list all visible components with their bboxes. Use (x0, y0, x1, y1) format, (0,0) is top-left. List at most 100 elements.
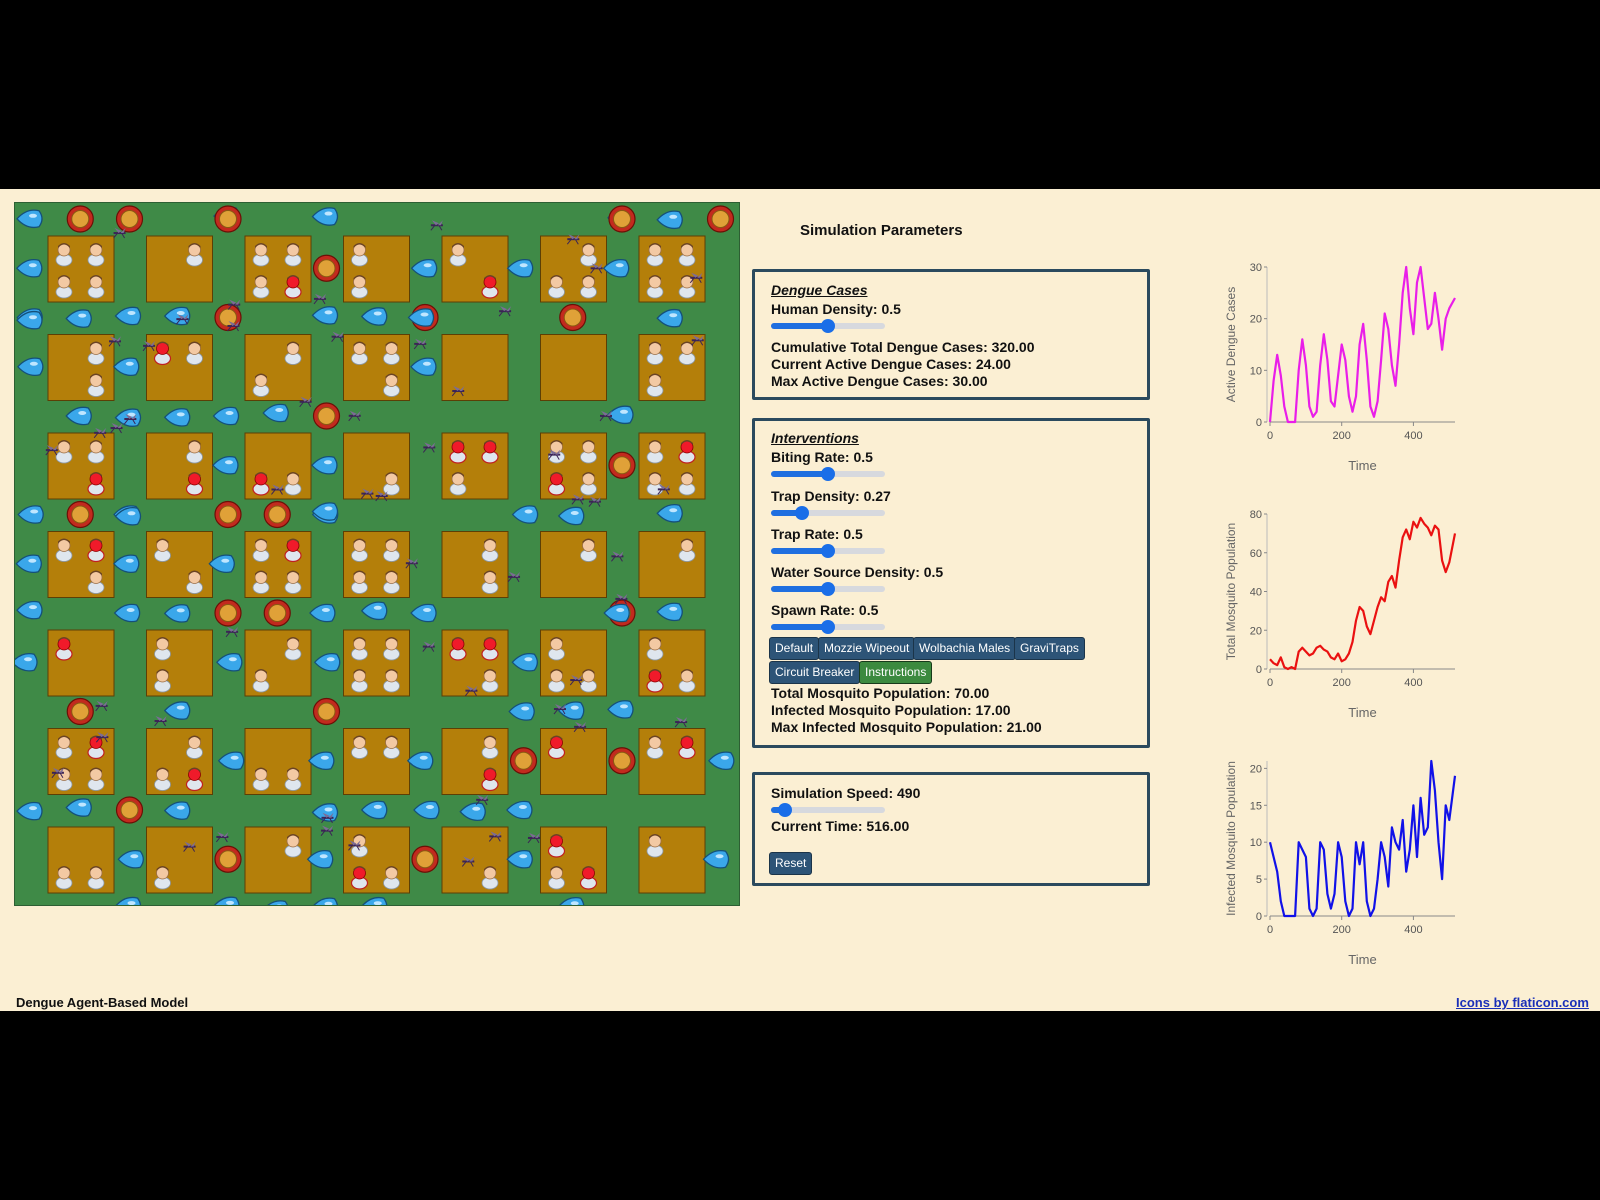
instructions-button[interactable]: Instructions (859, 661, 933, 684)
mosquito-icon (507, 570, 522, 583)
mosquito-icon (429, 219, 444, 232)
house-block (47, 629, 115, 697)
trap-icon (66, 205, 94, 233)
water-drop-icon (212, 455, 239, 475)
y-tick-label: 80 (1250, 509, 1262, 521)
slider-knob[interactable] (821, 467, 835, 481)
y-tick-label: 20 (1250, 625, 1262, 637)
y-tick-label: 20 (1250, 763, 1262, 775)
water-drop-icon (65, 406, 92, 426)
water-drop-icon (15, 652, 38, 672)
slider-knob[interactable] (777, 803, 792, 817)
slider-knob[interactable] (821, 582, 835, 596)
x-tick-label: 200 (1333, 677, 1351, 689)
y-tick-label: 0 (1256, 664, 1262, 676)
water-drop-icon (410, 603, 437, 623)
mosquito-icon (610, 550, 625, 563)
simulation-speed-slider[interactable] (771, 803, 885, 817)
interventions-panel: Interventions Biting Rate: 0.5 Trap Dens… (752, 418, 1150, 748)
reset-button[interactable]: Reset (769, 852, 813, 875)
trap-density-label: Trap Density: 0.27 (771, 488, 891, 504)
x-tick-label: 400 (1404, 677, 1422, 689)
mosquito-icon (421, 640, 436, 653)
trap-rate-slider[interactable] (771, 544, 885, 558)
simulation-speed-label: Simulation Speed: 490 (771, 785, 921, 801)
y-tick-label: 30 (1250, 262, 1262, 274)
slider-knob[interactable] (821, 620, 835, 634)
water-drop-icon (113, 554, 140, 574)
mosquito-icon (526, 831, 541, 844)
house-block (638, 531, 706, 598)
circuit-breaker-button[interactable]: Circuit Breaker (769, 661, 861, 684)
x-tick-label: 400 (1404, 924, 1422, 936)
water-drop-icon (361, 896, 388, 905)
y-axis-title: Active Dengue Cases (1224, 287, 1238, 402)
water-drop-icon (656, 503, 683, 523)
house-block (638, 728, 706, 795)
slider-knob[interactable] (794, 506, 809, 520)
trap-icon (263, 599, 291, 627)
water-drop-icon (15, 554, 42, 574)
trap-icon (115, 205, 144, 233)
house-block (146, 334, 213, 401)
y-tick-label: 60 (1250, 548, 1262, 560)
water-source-density-slider[interactable] (771, 582, 885, 596)
biting-rate-slider[interactable] (771, 467, 885, 481)
water-drop-icon (113, 357, 140, 377)
data-series-line (1268, 265, 1456, 424)
total-mosquito-population-chart: 0 20 40 60 80 0 200 400 Time Total Mosquito Popul… (1215, 504, 1485, 744)
human-density-slider[interactable] (771, 319, 885, 333)
gravitraps-button[interactable]: GraviTraps (1014, 637, 1085, 660)
trap-density-slider[interactable] (771, 506, 885, 520)
mosquito-icon (413, 337, 428, 350)
slider-knob[interactable] (821, 319, 835, 333)
simulation-grid-canvas (15, 205, 735, 905)
house-block (638, 826, 706, 894)
mosquito-icon (225, 625, 240, 638)
simulation-grid[interactable] (14, 202, 740, 906)
human-density-label: Human Density: 0.5 (771, 301, 901, 317)
mozzie-wipeout-button[interactable]: Mozzie Wipeout (818, 637, 916, 660)
water-drop-icon (311, 207, 339, 226)
slider-knob[interactable] (821, 544, 835, 558)
x-tick-label: 0 (1267, 924, 1273, 936)
default-button[interactable]: Default (769, 637, 820, 660)
wolbachia-males-button[interactable]: Wolbachia Males (913, 637, 1017, 660)
water-drop-icon (506, 849, 533, 869)
current-time-text: Current Time: 516.00 (771, 818, 910, 834)
trap-rate-label: Trap Rate: 0.5 (771, 526, 863, 542)
water-drop-icon (216, 652, 243, 672)
house-block (244, 826, 312, 894)
x-axis-title: Time (1348, 952, 1376, 967)
trap-icon (214, 500, 242, 529)
water-drop-icon (65, 309, 92, 328)
icons-credit-link[interactable]: Icons by flaticon.com (1456, 995, 1589, 1010)
mosquito-icon (498, 305, 513, 318)
water-drop-icon (309, 603, 336, 623)
x-axis-title: Time (1348, 705, 1376, 720)
spawn-rate-slider[interactable] (771, 620, 885, 634)
simulation-speed-panel: Simulation Speed: 490 Current Time: 516.… (752, 772, 1150, 886)
water-drop-icon (164, 408, 191, 427)
trap-icon (608, 205, 636, 233)
max-active-cases-text: Max Active Dengue Cases: 30.00 (771, 373, 988, 389)
water-drop-icon (218, 751, 245, 771)
data-series-line (1269, 516, 1457, 671)
water-drop-icon (114, 896, 142, 905)
water-drop-icon (558, 897, 585, 905)
water-drop-icon (213, 896, 240, 905)
water-drop-icon (164, 801, 191, 820)
house-block (540, 728, 607, 795)
trap-icon (66, 500, 94, 529)
water-drop-icon (164, 604, 191, 623)
simulation-parameters-title: Simulation Parameters (800, 222, 963, 239)
trap-icon (411, 845, 439, 873)
water-drop-icon (411, 258, 438, 278)
water-drop-icon (507, 258, 534, 278)
house-block (343, 728, 410, 795)
water-drop-icon (361, 601, 388, 621)
water-drop-icon (16, 600, 43, 620)
chart-svg: 0 20 40 60 80 0 200 400 Time Total Mosquito Popul… (1224, 509, 1457, 720)
y-axis-title: Total Mosquito Population (1224, 523, 1238, 660)
water-drop-icon (708, 751, 735, 771)
